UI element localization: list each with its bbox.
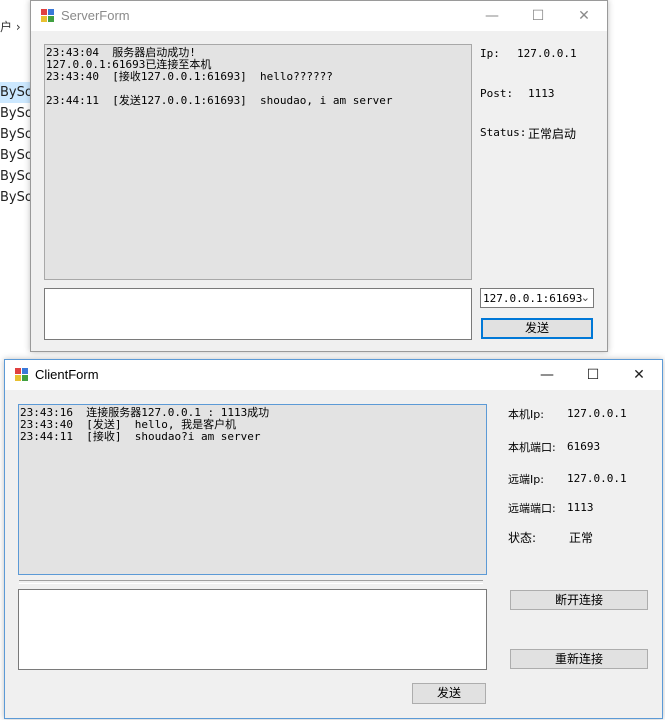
server-ip-value: 127.0.0.1 [517,47,577,60]
remote-ip-label: 远端Ip: [508,473,544,486]
minimize-icon[interactable]: — [524,360,570,390]
local-ip-value: 127.0.0.1 [567,407,627,420]
close-icon[interactable]: ✕ [616,360,662,390]
client-form-window: ClientForm — ☐ ✕ 23:43:16 连接服务器127.0.0.1… [4,359,663,719]
server-ip-label: Ip: [480,47,500,60]
app-icon [41,9,55,23]
remote-port-label: 远端端口: [508,502,556,515]
local-port-label: 本机端口: [508,441,556,454]
reconnect-button[interactable]: 重新连接 [510,649,648,669]
state-label: 状态: [508,531,537,545]
server-form-window: ServerForm — ☐ ✕ 23:43:04 服务器启动成功! 127.0… [30,0,608,352]
server-port-value: 1113 [528,87,555,100]
local-ip-label: 本机Ip: [508,408,544,421]
chevron-down-icon: ⌄ [580,291,590,304]
server-status-label: Status: [480,126,527,139]
client-title-bar[interactable]: ClientForm — ☐ ✕ [5,360,662,390]
state-value: 正常 [569,531,594,545]
minimize-icon[interactable]: — [469,1,515,31]
local-port-value: 61693 [567,440,601,453]
app-icon [15,368,29,382]
server-send-button[interactable]: 发送 [481,318,593,339]
server-port-label: Post: [480,87,514,100]
maximize-icon[interactable]: ☐ [570,360,616,390]
remote-port-value: 1113 [567,501,594,514]
server-message-input[interactable] [44,288,472,340]
remote-ip-value: 127.0.0.1 [567,472,627,485]
server-window-title: ServerForm [61,8,130,23]
client-select-dropdown[interactable]: 127.0.0.1:61693 ⌄ [480,288,594,308]
background-breadcrumb: 户 › [0,20,21,34]
client-divider [19,580,483,584]
server-title-bar[interactable]: ServerForm — ☐ ✕ [31,1,607,31]
close-icon[interactable]: ✕ [561,1,607,31]
client-send-button[interactable]: 发送 [412,683,486,704]
server-status-value: 正常启动 [528,127,577,141]
server-log-textbox[interactable]: 23:43:04 服务器启动成功! 127.0.0.1:61693已连接至本机 … [44,44,472,280]
disconnect-button[interactable]: 断开连接 [510,590,648,610]
client-message-input[interactable] [18,589,487,670]
client-log-textbox[interactable]: 23:43:16 连接服务器127.0.0.1 : 1113成功 23:43:4… [18,404,487,575]
client-select-value: 127.0.0.1:61693 [483,292,583,305]
client-window-title: ClientForm [35,367,99,382]
maximize-icon[interactable]: ☐ [515,1,561,31]
